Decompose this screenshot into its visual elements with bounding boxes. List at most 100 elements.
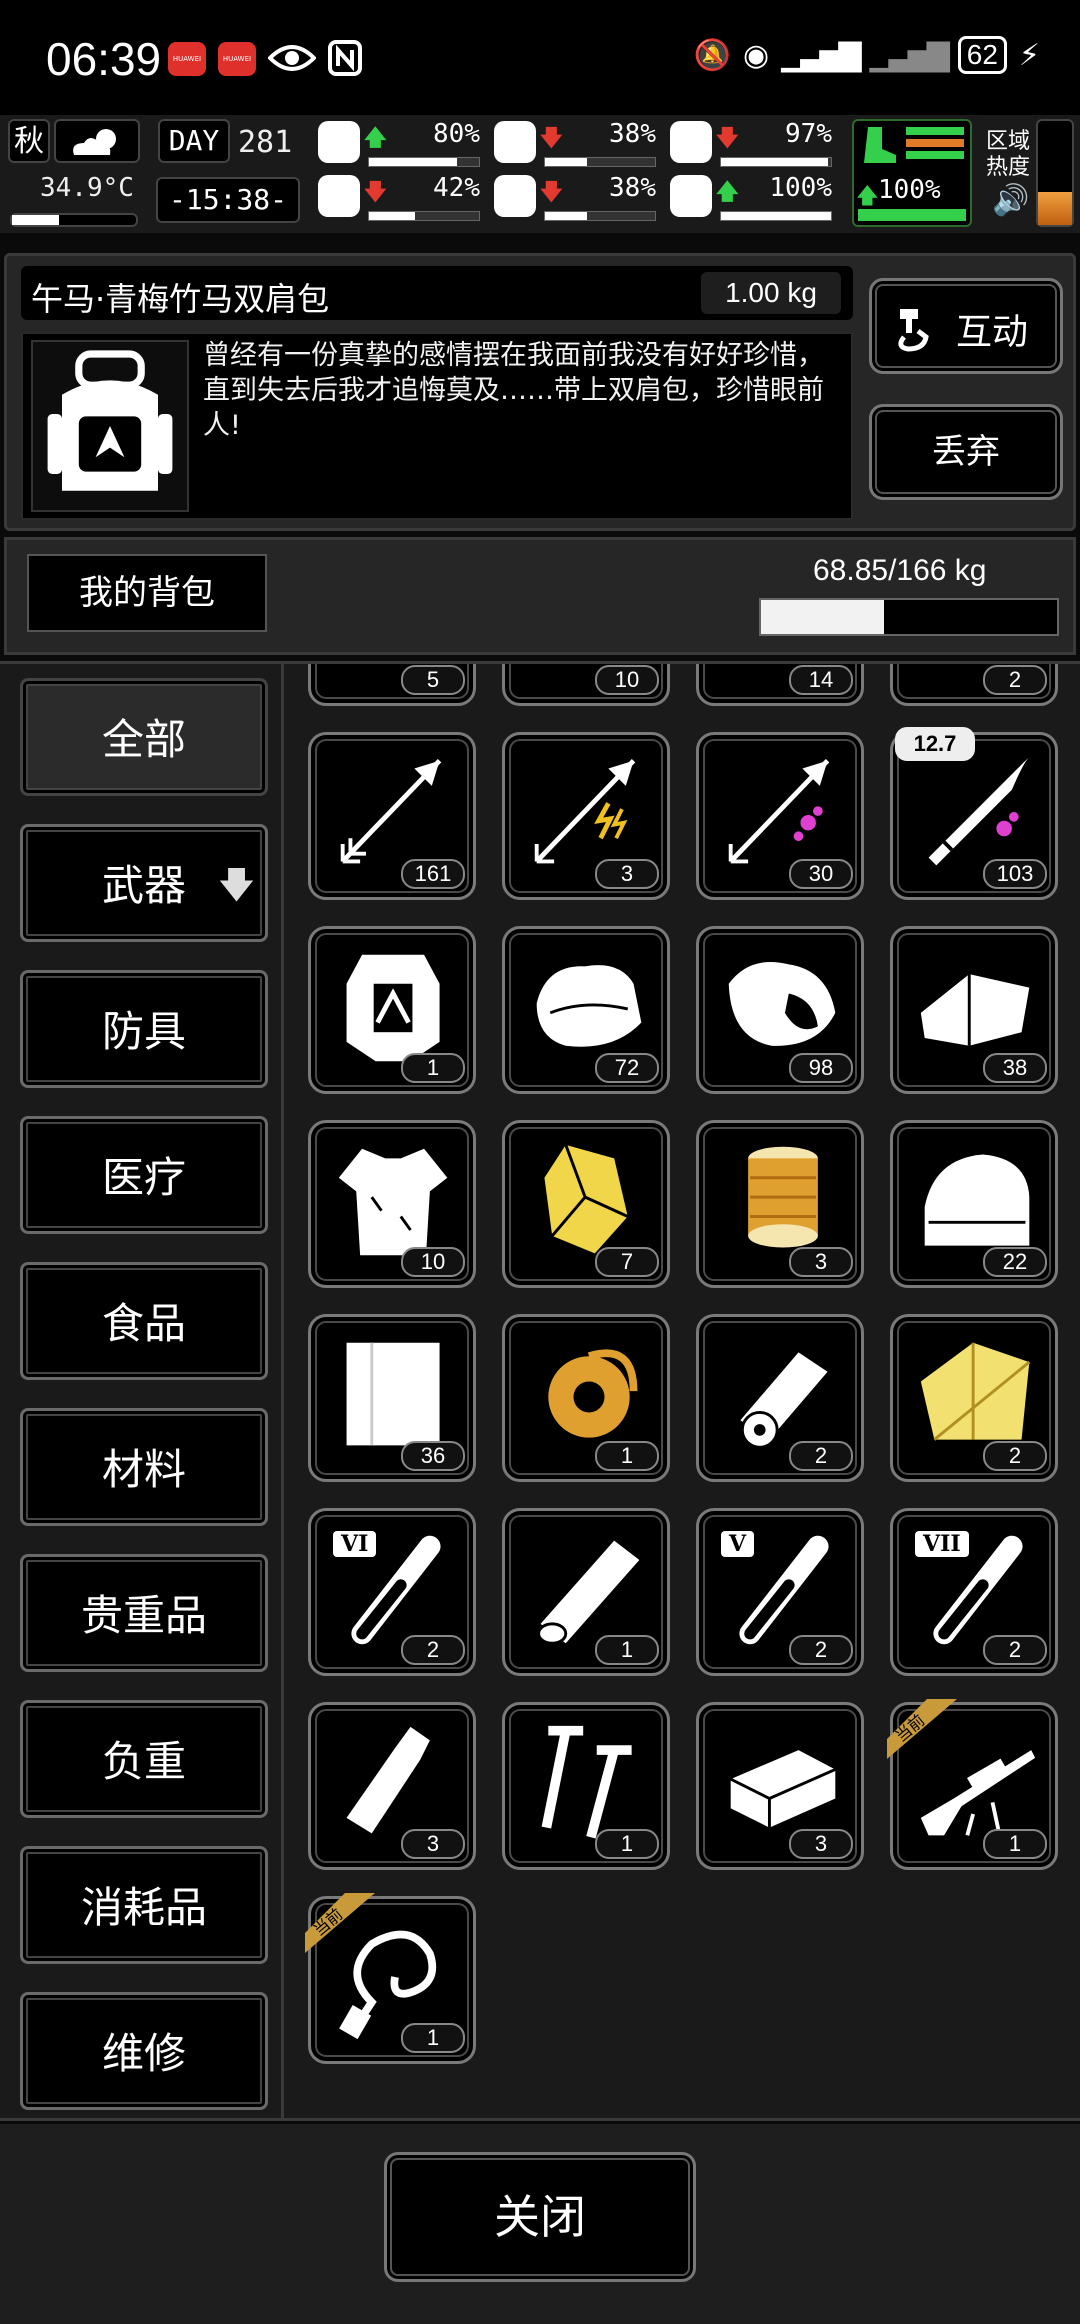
screws-icon (541, 1725, 632, 1839)
category-tab-8[interactable]: 消耗品 (20, 1845, 268, 1964)
inventory-slot[interactable]: 36 (308, 1314, 476, 1482)
wood-log-icon (537, 1540, 640, 1645)
inventory-slot[interactable]: 30 (696, 732, 864, 900)
inventory-slot[interactable]: 38 (890, 926, 1058, 1094)
item-count: 1 (401, 2023, 465, 2053)
poison-arrow-icon (728, 759, 830, 864)
huawei-app-icon: HUAWEI (218, 42, 256, 76)
boot-icon (864, 127, 896, 163)
item-count: 38 (983, 1053, 1047, 1083)
stat-bar (720, 157, 832, 167)
inventory-slot[interactable]: 当前 1 (305, 1893, 476, 2064)
heart-icon (670, 175, 712, 217)
stat-value: 38% (609, 119, 656, 149)
tier-label: VII (915, 1531, 969, 1557)
item-count: 1 (595, 1635, 659, 1665)
trend-arrow: 🡅 (364, 126, 387, 151)
category-tab-9[interactable]: 维修 (20, 1991, 268, 2110)
inventory-slot[interactable]: 1 (308, 926, 476, 1094)
item-count: 1 (595, 1441, 659, 1471)
item-count: 7 (595, 1247, 659, 1277)
paper-roll-icon (740, 1352, 828, 1449)
inventory-slot[interactable]: 98 (696, 926, 864, 1094)
category-tab-3[interactable]: 医疗 (20, 1115, 268, 1234)
inventory-slot[interactable]: 10 (502, 664, 670, 706)
inventory-slot[interactable]: VI 2 (308, 1508, 476, 1676)
inventory-slot[interactable]: 1 (502, 1508, 670, 1676)
speaker-icon[interactable]: 🔊 (992, 183, 1029, 218)
bandage-icon (670, 121, 712, 163)
inventory-slot[interactable]: 7 (502, 1120, 670, 1288)
category-tab-1[interactable]: 武器 🡇 (20, 823, 268, 942)
stat-value: 38% (609, 173, 656, 203)
season-badge: 秋 (8, 119, 50, 163)
inventory-slot[interactable]: 1 (502, 1314, 670, 1482)
stat-value: 97% (785, 119, 832, 149)
item-description: 曾经有一份真挚的感情摆在我面前我没有好好珍惜，直到失去后我才追悔莫及……带上双肩… (203, 340, 824, 441)
category-tab-2[interactable]: 防具 (20, 969, 268, 1088)
item-description-box: 曾经有一份真挚的感情摆在我面前我没有好好珍惜，直到失去后我才追悔莫及……带上双肩… (21, 332, 853, 520)
inventory-slot[interactable]: 3 (696, 1702, 864, 1870)
stat-bar (368, 157, 480, 167)
inventory-slot[interactable]: 10 (308, 1120, 476, 1288)
interact-button[interactable]: 互动 (869, 278, 1063, 374)
gold-ore-icon (544, 1144, 629, 1254)
inventory-slot[interactable]: 22 (890, 1120, 1058, 1288)
inventory-slot[interactable]: 当前 1 (887, 1699, 1058, 1870)
survival-hud: 秋 34.9°C DAY 281 -15:38- 🡅 80% 🡇 38% 🡇 97% 🡇 42… (0, 115, 1080, 233)
item-count: 3 (789, 1829, 853, 1859)
inventory-slot[interactable]: 3 (696, 1120, 864, 1288)
tier-label: V (721, 1531, 755, 1557)
category-label: 负重 (101, 1736, 186, 1786)
equipped-ribbon: 当前 (887, 1699, 963, 1759)
inventory-slot[interactable]: 72 (502, 926, 670, 1094)
category-tab-4[interactable]: 食品 (20, 1261, 268, 1380)
category-tab-0[interactable]: 全部 (20, 678, 268, 796)
backpack-icon (31, 340, 189, 512)
bottle-icon (346, 1726, 430, 1834)
inventory-slot[interactable]: VII 2 (890, 1508, 1058, 1676)
category-label: 防具 (101, 1006, 186, 1056)
hammer-hand-icon (898, 309, 929, 352)
item-count: 36 (401, 1441, 465, 1471)
footer: 关闭 (0, 2124, 1080, 2324)
inventory-slot[interactable]: 5 (308, 664, 476, 706)
nfc-icon (328, 40, 362, 76)
inventory-slot[interactable]: 3 (308, 1702, 476, 1870)
item-count: 22 (983, 1247, 1047, 1277)
bag-header: 我的背包 68.85/166 kg (4, 537, 1076, 655)
clock-time: 06:39 (46, 33, 162, 85)
close-button[interactable]: 关闭 (384, 2152, 696, 2282)
inventory-slot[interactable]: 3 (502, 732, 670, 900)
inventory-slot[interactable]: 2 (890, 664, 1058, 706)
inventory-slot[interactable]: 12.7 103 (890, 727, 1058, 900)
item-count: 5 (401, 665, 465, 695)
category-label: 医疗 (101, 1152, 186, 1202)
raw-meat-icon (728, 961, 836, 1046)
trend-arrow: 🡅 (716, 180, 739, 205)
item-count: 3 (595, 859, 659, 889)
category-tab-7[interactable]: 负重 (20, 1699, 268, 1818)
inventory-slot[interactable]: 2 (696, 1314, 864, 1482)
category-sidebar: 全部武器 🡇 防具医疗食品材料贵重品负重消耗品维修 (10, 664, 284, 2118)
item-count: 30 (789, 859, 853, 889)
armor-vest-icon (346, 954, 440, 1062)
category-label: 贵重品 (80, 1590, 207, 1640)
inventory-slot[interactable]: 1 (502, 1702, 670, 1870)
torn-shirt-icon (338, 1148, 448, 1256)
eye-icon (268, 45, 316, 71)
item-title-bar: 午马·青梅竹马双肩包 1.00 kg (21, 266, 853, 320)
brick-icon (730, 1750, 836, 1828)
stamina-value: 100% (878, 175, 941, 205)
inventory-slot[interactable]: 14 (696, 664, 864, 706)
discard-button[interactable]: 丢弃 (869, 404, 1063, 500)
category-tab-5[interactable]: 材料 (20, 1407, 268, 1526)
inventory-slot[interactable]: 161 (308, 732, 476, 900)
category-tab-6[interactable]: 贵重品 (20, 1553, 268, 1672)
mute-icon: 🔕 (693, 37, 731, 73)
item-count: 2 (401, 1635, 465, 1665)
inventory-slot[interactable]: V2 (696, 1508, 864, 1676)
caliber-tag: 12.7 (895, 727, 975, 761)
inventory-slot[interactable]: 2 (890, 1314, 1058, 1482)
interact-label: 互动 (956, 312, 1029, 353)
